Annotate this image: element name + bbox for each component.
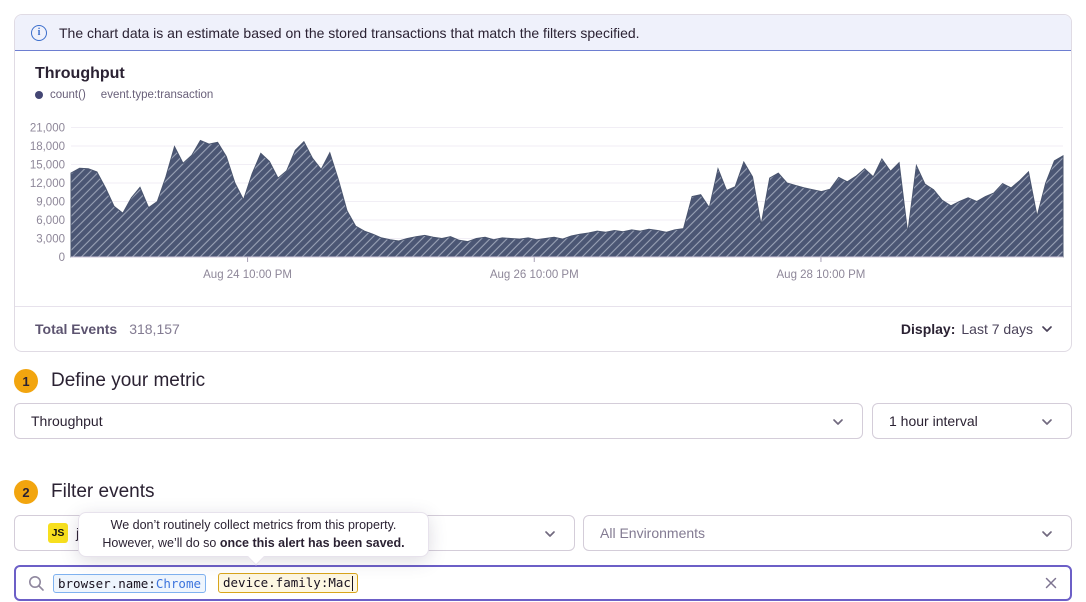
step-1-badge: 1 [14,369,38,393]
svg-text:3,000: 3,000 [36,234,65,246]
close-icon [1044,576,1058,590]
svg-text:Aug 28 10:00 PM: Aug 28 10:00 PM [777,269,866,281]
chart-panel: i The chart data is an estimate based on… [14,14,1072,352]
total-events-label: Total Events [35,321,117,337]
total-events: Total Events 318,157 [35,321,180,337]
legend-dot-icon [35,91,43,99]
chart-title: Throughput [35,63,1061,85]
legend-series-label: count() [50,89,86,101]
svg-text:18,000: 18,000 [30,141,65,153]
display-label: Display: [901,321,955,337]
filter-search-input[interactable]: browser.name:Chrome device.family:Mac [14,565,1072,601]
svg-text:21,000: 21,000 [30,123,65,135]
svg-text:15,000: 15,000 [30,160,65,172]
step-1-header: 1 Define your metric [14,369,1072,393]
text-cursor [352,576,353,591]
info-icon: i [31,25,47,41]
chevron-down-icon [1039,414,1055,430]
alert-builder-page: i The chart data is an estimate based on… [0,0,1086,602]
search-icon [28,575,45,592]
svg-text:12,000: 12,000 [30,178,65,190]
step-2-badge: 2 [14,480,38,504]
metric-controls-row: Throughput 1 hour interval [14,403,1072,439]
step-2-title: Filter events [51,481,154,503]
svg-text:Aug 26 10:00 PM: Aug 26 10:00 PM [490,269,579,281]
total-events-value: 318,157 [129,321,180,337]
chart-legend: count() event.type:transaction [35,87,1061,103]
info-banner: i The chart data is an estimate based on… [15,15,1071,51]
metric-select[interactable]: Throughput [14,403,863,439]
clear-search-button[interactable] [1044,576,1058,590]
display-value: Last 7 days [961,321,1033,337]
environment-select-value: All Environments [600,525,705,541]
svg-text:6,000: 6,000 [36,215,65,227]
chevron-down-icon [542,526,558,542]
tooltip-line-1: We don’t routinely collect metrics from … [111,517,397,535]
step-2-header: 2 Filter events [14,480,1072,504]
environment-select[interactable]: All Environments [583,515,1072,551]
svg-text:9,000: 9,000 [36,197,65,209]
interval-select-value: 1 hour interval [889,413,978,429]
chart-body: Throughput count() event.type:transactio… [15,51,1071,306]
throughput-chart: 0 3,000 6,000 9,000 12,000 15,000 18,000 21,000… [15,107,1073,291]
search-token-browser-name[interactable]: browser.name:Chrome [53,574,206,593]
search-token-device-family[interactable]: device.family:Mac [218,573,358,593]
interval-select[interactable]: 1 hour interval [872,403,1072,439]
metric-select-value: Throughput [31,413,103,429]
javascript-platform-icon: JS [48,523,68,543]
svg-text:0: 0 [59,252,65,264]
legend-query: event.type:transaction [101,89,214,101]
chevron-down-icon [830,414,846,430]
display-range-select[interactable]: Display: Last 7 days [901,321,1055,337]
chevron-down-icon [1039,526,1055,542]
svg-text:Aug 24 10:00 PM: Aug 24 10:00 PM [203,269,292,281]
info-banner-text: The chart data is an estimate based on t… [59,25,640,41]
chart-panel-footer: Total Events 318,157 Display: Last 7 day… [15,306,1071,351]
metrics-tooltip: We don’t routinely collect metrics from … [78,512,429,557]
chevron-down-icon [1039,321,1055,337]
step-1-title: Define your metric [51,370,205,392]
